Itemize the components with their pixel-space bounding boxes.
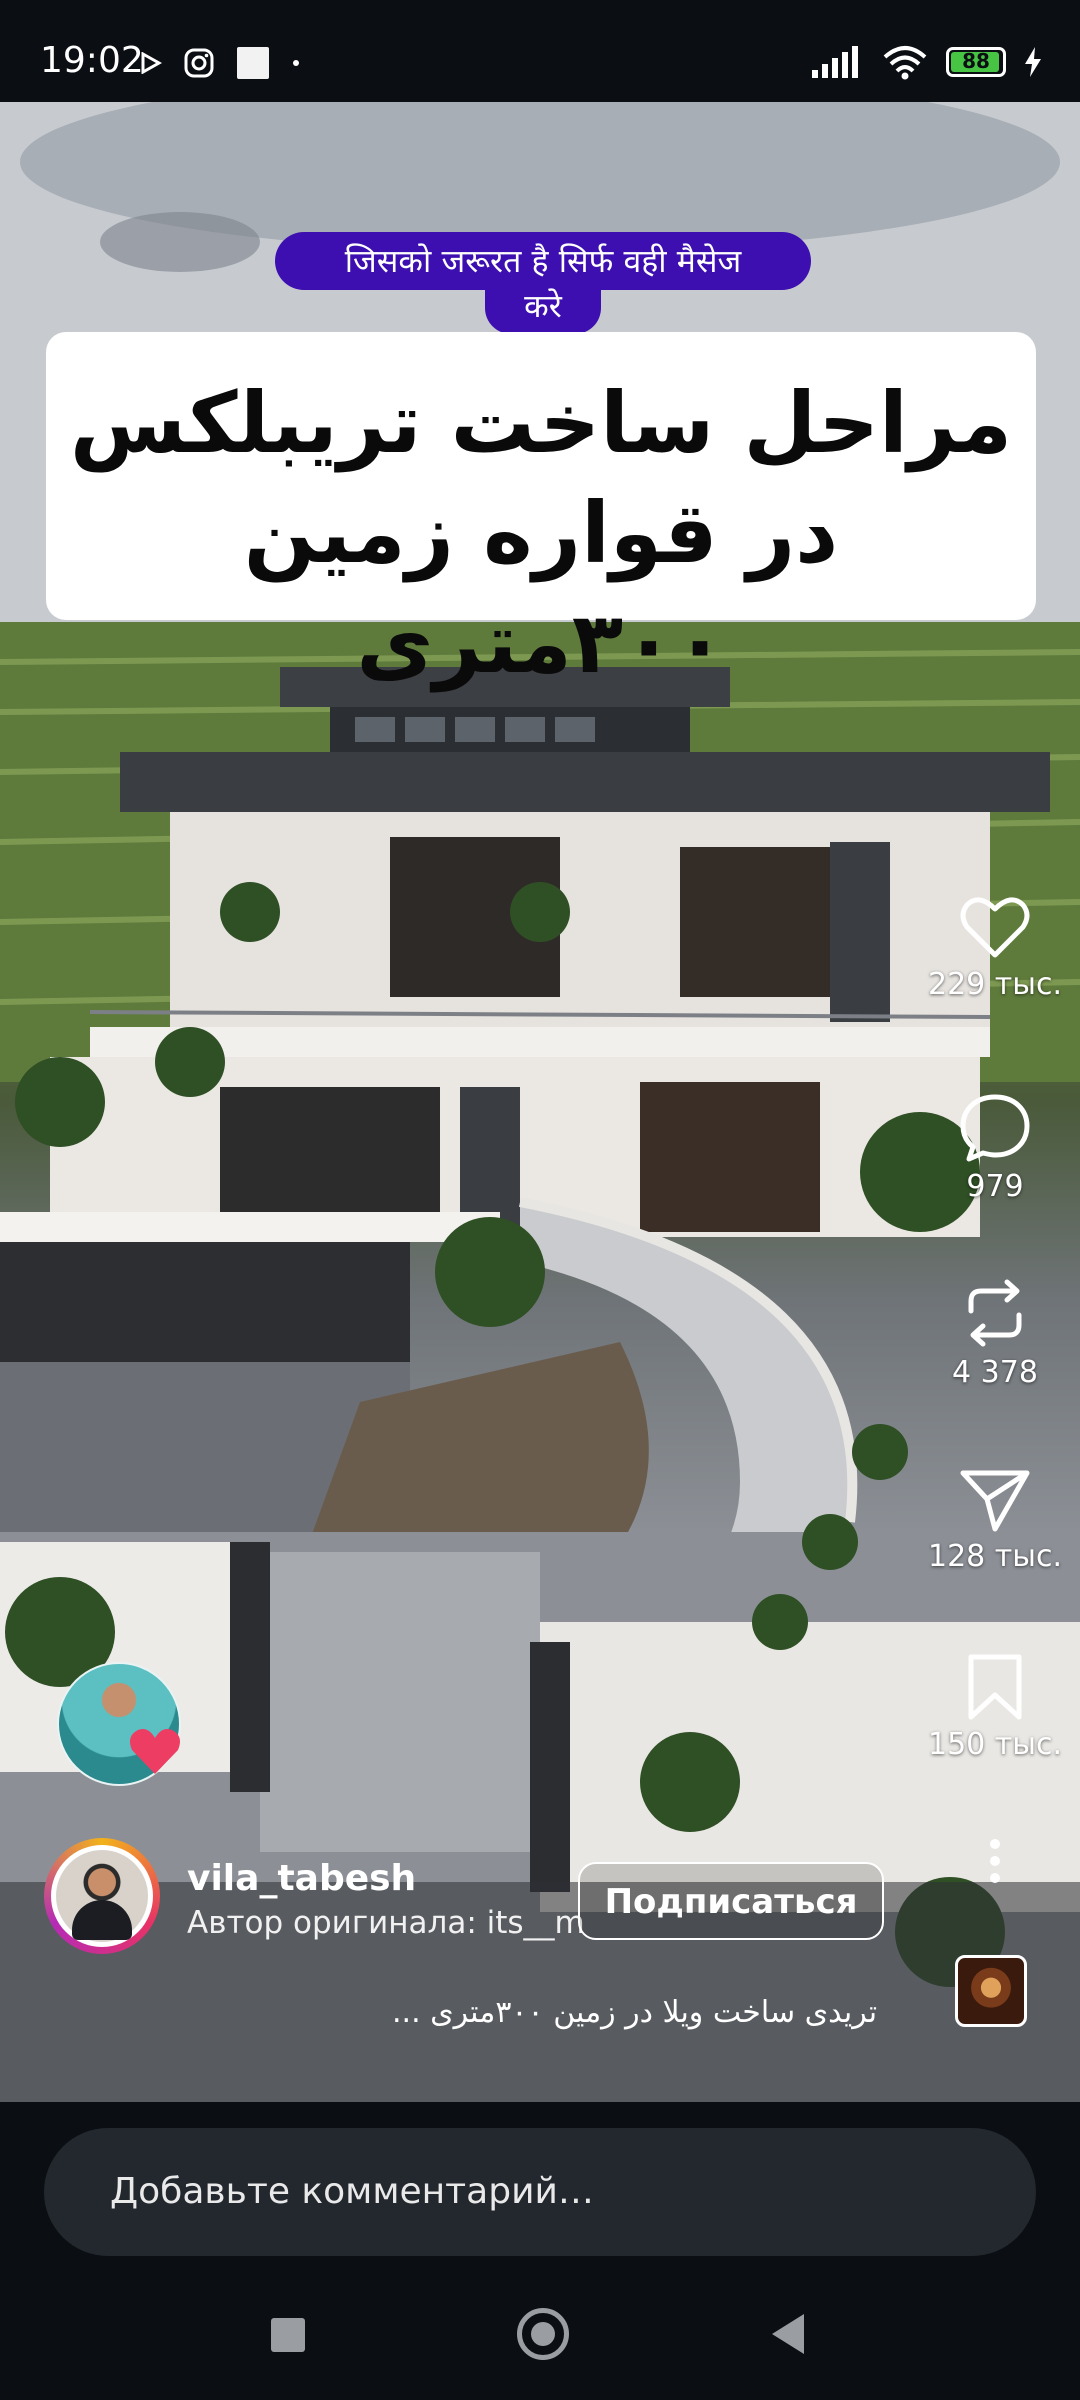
wifi-icon: [883, 46, 927, 80]
instagram-icon: [184, 48, 214, 78]
signal-icon: [812, 46, 858, 78]
home-button[interactable]: [517, 2308, 569, 2360]
like-count: 229 тыс.: [928, 967, 1062, 1002]
bookmark-icon: [968, 1654, 1022, 1720]
system-nav-bar: [0, 2264, 1080, 2400]
play-icon: [141, 52, 162, 74]
repost-button[interactable]: 4 378: [910, 1277, 1080, 1390]
reel-caption[interactable]: تریدی ساخت ویلا در زمین ۳۰۰متری ...: [392, 1995, 932, 2030]
battery-icon: 88: [946, 47, 1006, 77]
save-button[interactable]: 150 тыс.: [910, 1653, 1080, 1762]
status-icons-right: 88: [812, 44, 1042, 80]
hindi-banner: जिसको जरूरत है सिर्फ वही मैसेज करे: [275, 232, 811, 334]
hindi-banner-line2: करे: [485, 282, 601, 334]
title-line-2: در قواره زمین ۳۰۰متری: [243, 484, 839, 692]
author-username[interactable]: vila_tabesh: [187, 1858, 416, 1899]
app-square-icon: [237, 47, 269, 79]
repost-icon: [968, 1279, 1022, 1347]
heart-icon: [960, 897, 1030, 958]
share-count: 128 тыс.: [928, 1539, 1062, 1574]
comment-bar: Добавьте комментарий…: [0, 2102, 1080, 2264]
comment-icon: [960, 1094, 1030, 1162]
repost-count: 4 378: [952, 1355, 1038, 1390]
battery-level: 88: [962, 49, 990, 73]
back-button[interactable]: [772, 2314, 804, 2354]
comment-count: 979: [966, 1169, 1024, 1204]
recents-button[interactable]: [271, 2318, 305, 2352]
author-avatar[interactable]: [44, 1838, 160, 1954]
charging-icon: [1025, 47, 1041, 77]
original-author[interactable]: Автор оригинала: its__m: [187, 1905, 585, 1941]
title-card: مراحل ساخت تریبلکس در قواره زمین ۳۰۰متری: [46, 332, 1036, 692]
status-icons-left: [140, 46, 300, 80]
heart-sticker-icon: [130, 1729, 180, 1774]
more-options-button[interactable]: [910, 1838, 1080, 1884]
like-button[interactable]: 229 тыс.: [910, 895, 1080, 1002]
dot-icon: [293, 60, 299, 66]
audio-thumbnail[interactable]: [955, 1955, 1027, 2027]
title-line-1: مراحل ساخت تریبلکس: [69, 374, 1013, 472]
follow-button[interactable]: Подписаться: [578, 1862, 884, 1940]
send-icon: [960, 1470, 1030, 1532]
more-vertical-icon: [990, 1839, 1000, 1883]
status-bar: 19:02 88: [0, 0, 1080, 102]
status-time: 19:02: [40, 40, 144, 81]
comments-button[interactable]: 979: [910, 1093, 1080, 1204]
comment-input[interactable]: Добавьте комментарий…: [44, 2128, 1036, 2256]
share-button[interactable]: 128 тыс.: [910, 1467, 1080, 1574]
save-count: 150 тыс.: [928, 1727, 1062, 1762]
